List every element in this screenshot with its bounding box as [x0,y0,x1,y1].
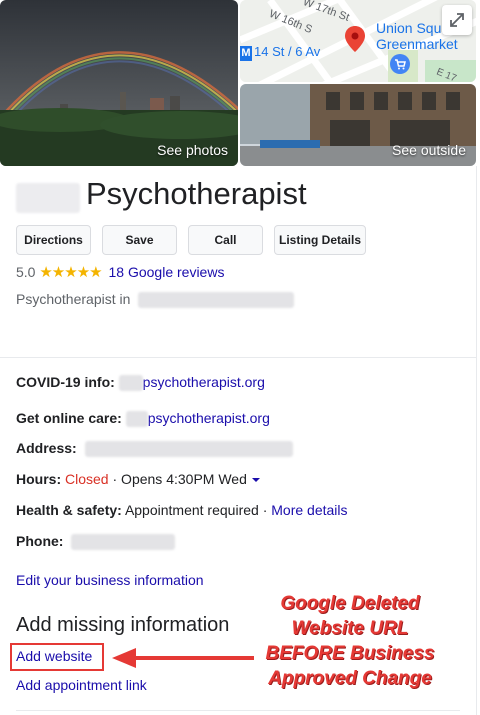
call-button[interactable]: Call [188,225,263,255]
health-safety-row: Health & safety: Appointment required · … [16,502,348,518]
business-name-redacted [16,183,80,213]
address-label: Address: [16,440,77,456]
annotation-line-3: BEFORE Business [265,643,435,664]
see-photos-label: See photos [157,142,228,158]
listing-details-button[interactable]: Listing Details [274,225,366,255]
online-care-link[interactable]: psychotherapist.org [148,410,270,426]
expand-map-button[interactable] [442,5,472,35]
hours-text: · Opens 4:30PM Wed [112,471,247,487]
covid-label: COVID-19 info: [16,374,115,390]
annotation-text: Google Deleted Website URL BEFORE Busine… [262,591,438,691]
bottom-divider [16,710,460,711]
location-pin-icon [345,26,365,52]
right-border [476,166,477,715]
hours-status: Closed [65,471,109,487]
add-appointment-link[interactable]: Add appointment link [16,677,147,693]
missing-info-heading: Add missing information [16,614,230,636]
rating-row: 5.0 ★★★★★ 18 Google reviews [16,263,224,281]
hours-label: Hours: [16,471,62,487]
station-label: 14 St / 6 Av [254,44,321,59]
station-badge: M [240,46,252,61]
phone-redacted [71,534,176,551]
health-value: Appointment required · [124,502,268,518]
covid-link[interactable]: psychotherapist.org [143,374,265,390]
address-redacted [84,441,293,458]
annotation-arrow-icon [112,648,254,668]
location-redacted [138,292,295,309]
shopping-cart-icon [390,54,410,74]
directions-button[interactable]: Directions [16,225,91,255]
covid-info-row: COVID-19 info: psychotherapist.org [16,374,265,392]
rating-value: 5.0 [16,264,36,280]
map-thumbnail[interactable]: W 17th St W 16th S E 17 M 14 St / 6 Av U… [240,0,476,82]
see-outside-label: See outside [392,142,466,158]
hours-row[interactable]: Hours: Closed · Opens 4:30PM Wed [16,471,261,487]
reviews-link[interactable]: 18 Google reviews [109,264,225,280]
annotation-line-1: Google Deleted [280,593,420,614]
annotation-line-4: Approved Change [268,668,432,689]
expand-icon [450,13,464,27]
place-label-1: Union Squ [376,20,442,36]
phone-label: Phone: [16,533,64,549]
online-domain-redacted [125,411,148,428]
more-details-link[interactable]: More details [271,502,347,518]
category-row: Psychotherapist in [16,291,295,309]
covid-domain-redacted [118,375,143,392]
street-view-photo[interactable]: See outside [240,84,476,166]
save-button[interactable]: Save [102,225,177,255]
section-divider [0,357,476,358]
online-care-label: Get online care: [16,410,122,426]
edit-business-link[interactable]: Edit your business information [16,572,204,588]
category-text: Psychotherapist in [16,291,131,307]
business-title: Psychotherapist [86,176,307,211]
add-website-link[interactable]: Add website [16,648,92,664]
place-label-2: Greenmarket [376,36,458,52]
main-photo[interactable]: See photos [0,0,238,166]
phone-row: Phone: [16,533,176,551]
address-row: Address: [16,440,293,458]
health-label: Health & safety: [16,502,122,518]
rating-stars-icon: ★★★★★ [39,264,102,281]
dropdown-arrow-icon[interactable] [251,476,261,484]
annotation-line-2: Website URL [291,618,409,639]
online-care-row: Get online care: psychotherapist.org [16,410,270,428]
